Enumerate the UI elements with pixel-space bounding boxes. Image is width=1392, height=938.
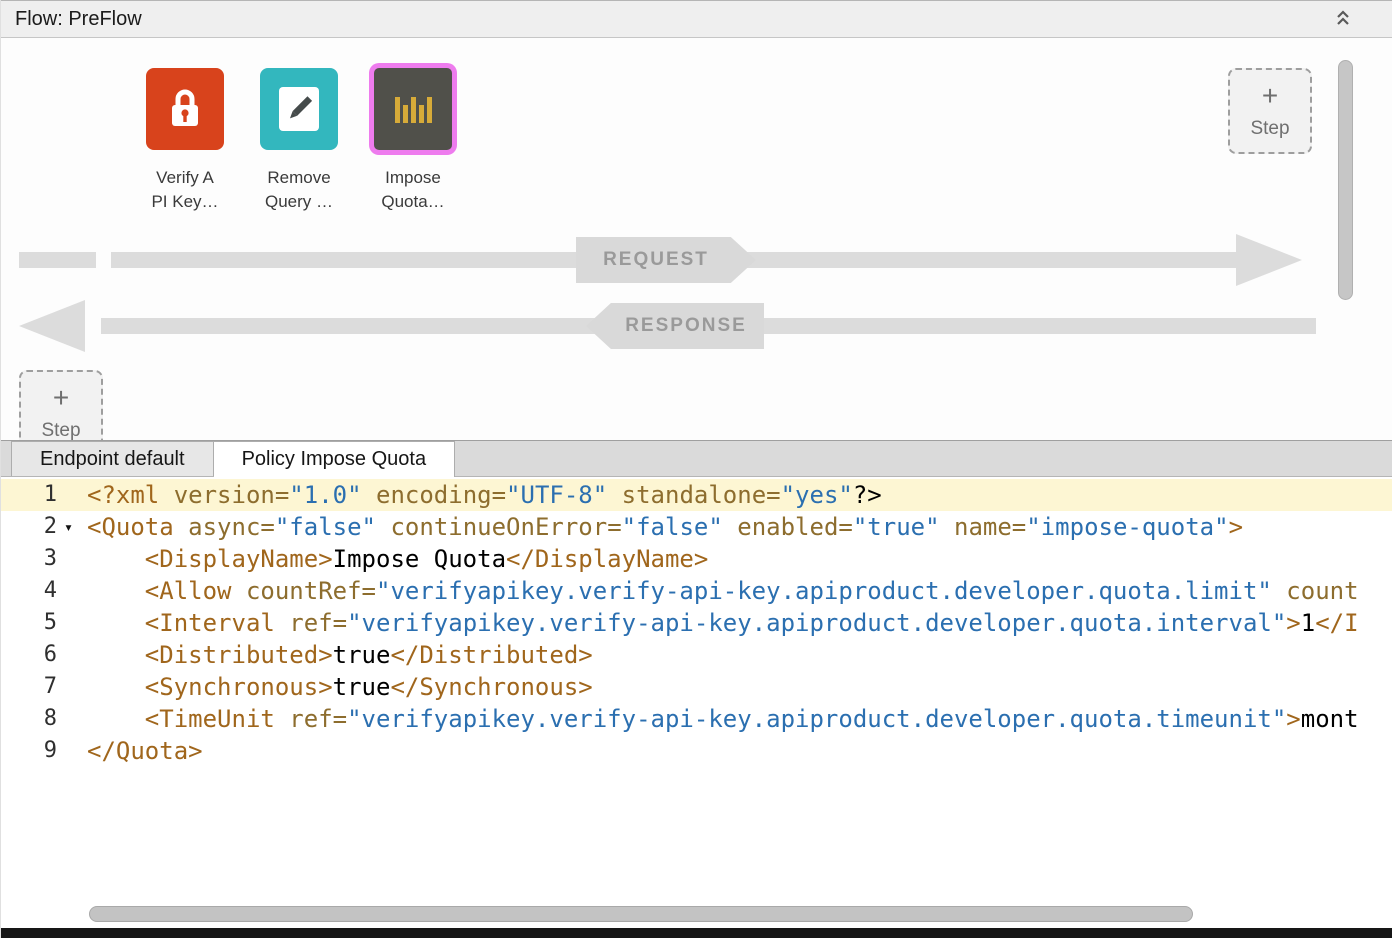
add-step-button-request[interactable]: + Step	[1228, 68, 1312, 154]
code-line[interactable]: 1 <?xml version="1.0" encoding="UTF-8" st…	[1, 479, 1392, 511]
code-text: <Quota async="false" continueOnError="fa…	[87, 511, 1243, 543]
lock-icon	[146, 68, 224, 150]
flow-panel-header: Flow: PreFlow	[1, 0, 1392, 38]
chevron-double-up-icon	[1335, 8, 1351, 31]
policy-verify-api-key[interactable]: Verify A PI Key…	[142, 68, 228, 214]
pencil-icon	[260, 68, 338, 150]
editor-tab-bar: Endpoint default Policy Impose Quota	[1, 440, 1392, 477]
flow-title: Flow: PreFlow	[15, 8, 142, 31]
tab-endpoint-default[interactable]: Endpoint default	[11, 441, 214, 476]
response-label-badge: RESPONSE	[586, 303, 764, 349]
line-number: 1	[1, 479, 57, 511]
policy-impose-quota[interactable]: Impose Quota…	[370, 68, 456, 214]
fold-gutter	[57, 575, 87, 607]
flow-canvas: Verify A PI Key… Remove Quer	[1, 38, 1392, 440]
line-number: 4	[1, 575, 57, 607]
fold-gutter	[57, 735, 87, 767]
code-text: <Distributed>true</Distributed>	[87, 639, 593, 671]
code-text: <?xml version="1.0" encoding="UTF-8" sta…	[87, 479, 882, 511]
response-arrowhead-icon	[19, 300, 85, 352]
response-flow-arrow: RESPONSE	[1, 300, 1392, 352]
fold-marker-icon[interactable]: ▾	[64, 511, 73, 543]
line-number: 5	[1, 607, 57, 639]
flow-vertical-scrollbar[interactable]	[1336, 38, 1356, 440]
bottom-bar	[1, 928, 1392, 938]
line-number: 3	[1, 543, 57, 575]
policy-label: Impose Quota…	[381, 166, 444, 214]
collapse-flow-panel-button[interactable]	[1330, 6, 1356, 32]
request-flow-arrow: REQUEST	[1, 234, 1392, 286]
fold-gutter	[57, 671, 87, 703]
fold-gutter	[57, 543, 87, 575]
tab-policy-impose-quota[interactable]: Policy Impose Quota	[214, 441, 456, 477]
line-number: 6	[1, 639, 57, 671]
code-line[interactable]: 7 <Synchronous>true</Synchronous>	[1, 671, 1392, 703]
code-text: </Quota>	[87, 735, 203, 767]
code-line[interactable]: 4 <Allow countRef="verifyapikey.verify-a…	[1, 575, 1392, 607]
fold-gutter	[57, 607, 87, 639]
policy-remove-query[interactable]: Remove Query …	[256, 68, 342, 214]
flow-vertical-scrollbar-thumb[interactable]	[1338, 60, 1353, 300]
code-line[interactable]: 8 <TimeUnit ref="verifyapikey.verify-api…	[1, 703, 1392, 735]
plus-icon: +	[53, 384, 69, 412]
request-arrow-stub	[19, 252, 96, 268]
code-line[interactable]: 3 <DisplayName>Impose Quota</DisplayName…	[1, 543, 1392, 575]
code-editor[interactable]: 1 <?xml version="1.0" encoding="UTF-8" st…	[1, 477, 1392, 928]
policy-label: Verify A PI Key…	[151, 166, 218, 214]
fold-gutter	[57, 639, 87, 671]
line-number: 2	[1, 511, 57, 543]
quota-bars-icon	[374, 68, 452, 150]
code-text: <Synchronous>true</Synchronous>	[87, 671, 593, 703]
apigee-proxy-editor: Flow: PreFlow	[0, 0, 1392, 938]
fold-gutter	[57, 703, 87, 735]
fold-gutter	[57, 479, 87, 511]
request-label-badge: REQUEST	[576, 237, 756, 283]
code-line[interactable]: 9 </Quota>	[1, 735, 1392, 767]
code-lines: 1 <?xml version="1.0" encoding="UTF-8" st…	[1, 479, 1392, 767]
line-number: 7	[1, 671, 57, 703]
code-text: <Allow countRef="verifyapikey.verify-api…	[87, 575, 1359, 607]
fold-gutter: ▾	[57, 511, 87, 543]
plus-icon: +	[1262, 82, 1278, 110]
add-step-button-response[interactable]: + Step	[19, 370, 103, 440]
code-line[interactable]: 2▾ <Quota async="false" continueOnError="…	[1, 511, 1392, 543]
code-text: <Interval ref="verifyapikey.verify-api-k…	[87, 607, 1359, 639]
line-number: 8	[1, 703, 57, 735]
request-arrowhead-icon	[1236, 234, 1302, 286]
editor-horizontal-scrollbar-thumb[interactable]	[89, 906, 1193, 922]
code-text: <TimeUnit ref="verifyapikey.verify-api-k…	[87, 703, 1359, 735]
policy-step-list: Verify A PI Key… Remove Quer	[142, 68, 456, 214]
code-text: <DisplayName>Impose Quota</DisplayName>	[87, 543, 708, 575]
editor-horizontal-scrollbar[interactable]	[89, 906, 1193, 922]
line-number: 9	[1, 735, 57, 767]
policy-label: Remove Query …	[265, 166, 333, 214]
code-line[interactable]: 6 <Distributed>true</Distributed>	[1, 639, 1392, 671]
code-line[interactable]: 5 <Interval ref="verifyapikey.verify-api…	[1, 607, 1392, 639]
